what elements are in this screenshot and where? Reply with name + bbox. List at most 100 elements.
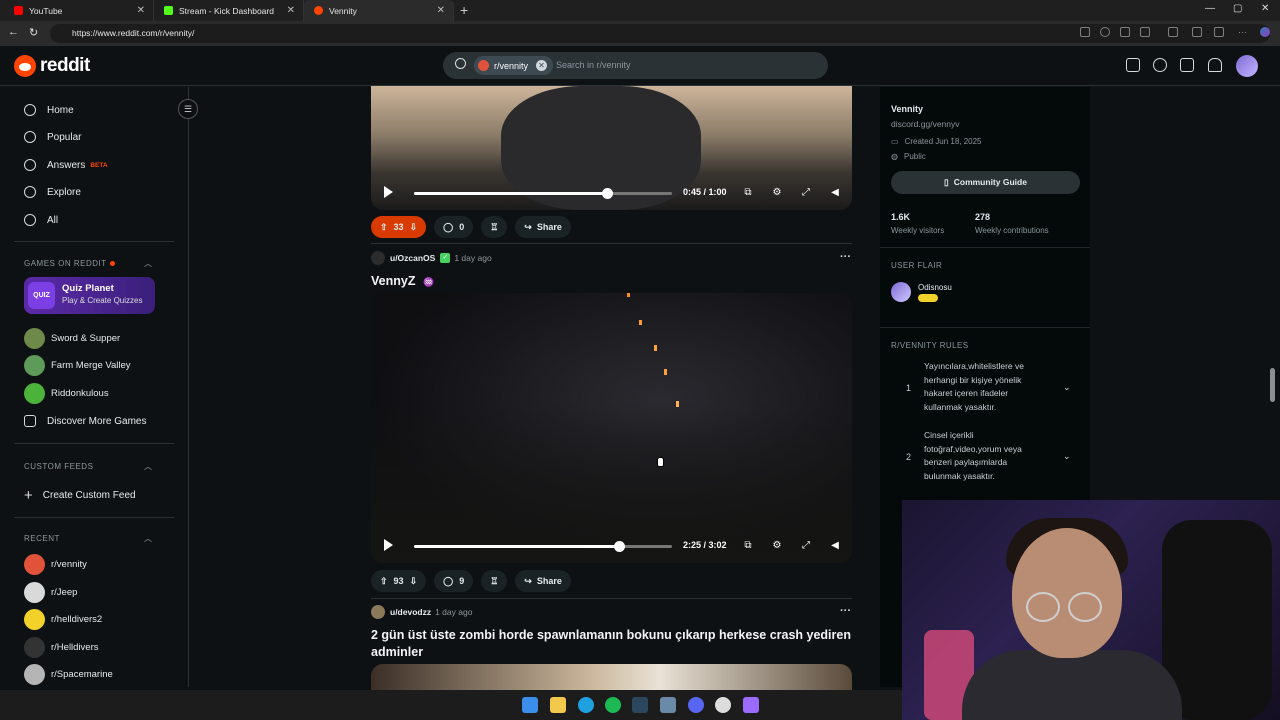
advertise-icon[interactable] <box>1126 58 1140 72</box>
app-icon[interactable] <box>660 697 676 713</box>
post-title[interactable]: 2 gün üst üste zombi horde spawnlamanın … <box>371 628 851 642</box>
vote-button[interactable]: ⇧ 93 ⇩ <box>371 570 427 592</box>
rule-item[interactable]: 2 Cinsel içerikli fotoğraf,video,yorum v… <box>891 429 1080 487</box>
post-image[interactable] <box>371 664 852 690</box>
recent-item[interactable]: r/Helldivers <box>24 637 99 658</box>
video-progress-bar[interactable] <box>414 188 672 199</box>
post-author[interactable]: u/devodzz <box>390 607 431 617</box>
split-icon[interactable] <box>1192 27 1202 37</box>
settings-icon[interactable]: ⚙ <box>771 540 783 552</box>
chevron-down-icon[interactable]: ⌄ <box>1063 382 1071 393</box>
tab-kick[interactable]: Stream - Kick Dashboard ✕ <box>154 0 304 21</box>
sidebar-toggle-button[interactable]: ☰ <box>178 99 198 119</box>
play-icon[interactable] <box>384 186 393 198</box>
spotify-icon[interactable] <box>605 697 621 713</box>
rule-item[interactable]: 1 Yayıncılara,whitelistlere ve herhangi … <box>891 360 1080 418</box>
community-guide-button[interactable]: ▯ Community Guide <box>891 171 1080 194</box>
post-author[interactable]: u/OzcanOS <box>390 253 435 263</box>
vote-button[interactable]: ⇧ 33 ⇩ <box>371 216 427 238</box>
fullscreen-icon[interactable]: ⤢ <box>800 187 812 199</box>
share-button[interactable]: ↪ Share <box>515 570 571 592</box>
search-bar[interactable]: r/vennity ✕ Search in r/vennity <box>443 52 828 79</box>
award-button[interactable]: ♖ <box>481 216 508 238</box>
page-scrollbar[interactable] <box>1270 368 1275 402</box>
create-post-icon[interactable] <box>1180 58 1194 72</box>
back-icon[interactable]: ← <box>8 26 19 38</box>
close-window-button[interactable]: ✕ <box>1261 3 1269 14</box>
favorites-bar-icon[interactable] <box>1214 27 1224 37</box>
avatar[interactable] <box>371 605 385 619</box>
sidebar-item-all[interactable]: All <box>24 214 58 226</box>
subreddit-filter-chip[interactable]: r/vennity ✕ <box>474 56 554 75</box>
reload-icon[interactable]: ↻ <box>29 26 38 39</box>
community-link[interactable]: discord.gg/vennyv <box>891 119 960 129</box>
fullscreen-icon[interactable]: ⤢ <box>800 540 812 552</box>
comments-button[interactable]: ◯ 9 <box>434 570 474 592</box>
settings-icon[interactable]: ⚙ <box>771 187 783 199</box>
reddit-logo[interactable]: reddit <box>14 55 90 77</box>
sidebar-item-popular[interactable]: Popular <box>24 131 81 143</box>
zoom-icon[interactable] <box>1100 27 1110 37</box>
game-item[interactable]: Sword & Supper <box>24 328 120 349</box>
discover-more-games[interactable]: Discover More Games <box>24 415 146 427</box>
progress-handle[interactable] <box>602 188 613 199</box>
award-button[interactable]: ♖ <box>481 570 508 592</box>
discord-icon[interactable] <box>688 697 704 713</box>
recent-item[interactable]: r/Spacemarine <box>24 664 113 685</box>
more-options-icon[interactable]: ··· <box>840 605 851 617</box>
video-player[interactable]: 0:45 / 1:00 ⧉ ⚙ ⤢ ◀ <box>371 86 852 210</box>
upvote-icon[interactable]: ⇧ <box>380 222 388 233</box>
maximize-button[interactable]: ▢ <box>1233 3 1242 14</box>
more-options-icon[interactable]: ··· <box>840 251 851 263</box>
clear-chip-icon[interactable]: ✕ <box>536 60 548 71</box>
copilot-icon[interactable] <box>1260 27 1270 37</box>
progress-handle[interactable] <box>614 541 625 552</box>
new-tab-button[interactable]: + <box>460 2 468 18</box>
recent-item[interactable]: r/vennity <box>24 554 87 575</box>
file-explorer-icon[interactable] <box>550 697 566 713</box>
avatar[interactable] <box>371 251 385 265</box>
recent-item[interactable]: r/Jeep <box>24 582 77 603</box>
chevron-up-icon[interactable]: ︿ <box>144 258 152 269</box>
video-player[interactable]: 2:25 / 3:02 ⧉ ⚙ ⤢ ◀ <box>371 293 852 563</box>
chevron-up-icon[interactable]: ︿ <box>144 533 152 544</box>
sidebar-item-home[interactable]: Home <box>24 104 74 116</box>
tab-vennity[interactable]: Vennity ✕ <box>304 0 454 21</box>
obs-icon[interactable] <box>715 697 731 713</box>
tab-youtube[interactable]: YouTube ✕ <box>4 0 154 21</box>
game-item[interactable]: Farm Merge Valley <box>24 355 131 376</box>
chevron-up-icon[interactable]: ︿ <box>144 461 152 472</box>
extensions-icon[interactable] <box>1168 27 1178 37</box>
read-aloud-icon[interactable] <box>1120 27 1130 37</box>
upvote-icon[interactable]: ⇧ <box>380 576 388 587</box>
create-custom-feed[interactable]: + Create Custom Feed <box>24 487 136 504</box>
user-avatar[interactable] <box>1236 55 1258 77</box>
games-section-title[interactable]: GAMES ON REDDIT <box>24 259 115 268</box>
volume-icon[interactable]: ◀ <box>829 187 841 199</box>
post-title-continued[interactable]: adminler <box>371 645 423 659</box>
chevron-down-icon[interactable]: ⌄ <box>1063 451 1071 462</box>
custom-feeds-title[interactable]: CUSTOM FEEDS <box>24 462 93 471</box>
chat-icon[interactable] <box>1153 58 1167 72</box>
volume-icon[interactable]: ◀ <box>829 540 841 552</box>
recent-item[interactable]: r/helldivers2 <box>24 609 102 630</box>
steam-icon[interactable] <box>632 697 648 713</box>
minimize-button[interactable]: — <box>1205 3 1215 14</box>
edge-icon[interactable] <box>578 697 594 713</box>
downvote-icon[interactable]: ⇩ <box>410 576 418 587</box>
apps-icon[interactable] <box>1080 27 1090 37</box>
sidebar-item-explore[interactable]: Explore <box>24 186 81 198</box>
close-icon[interactable]: ✕ <box>287 5 295 16</box>
downvote-icon[interactable]: ⇩ <box>410 222 418 233</box>
share-button[interactable]: ↪ Share <box>515 216 571 238</box>
play-icon[interactable] <box>384 539 393 551</box>
quiz-planet-banner[interactable]: QUIZ Quiz Planet Play & Create Quizzes <box>24 277 155 314</box>
favorite-icon[interactable] <box>1140 27 1150 37</box>
windows-start-icon[interactable] <box>522 697 538 713</box>
post-title[interactable]: VennyZ ♒ <box>371 274 434 288</box>
notifications-icon[interactable] <box>1208 58 1222 72</box>
captions-icon[interactable]: ⧉ <box>742 187 754 199</box>
captions-icon[interactable]: ⧉ <box>742 540 754 552</box>
search-input[interactable]: Search in r/vennity <box>556 60 631 70</box>
video-progress-bar[interactable] <box>414 541 672 552</box>
